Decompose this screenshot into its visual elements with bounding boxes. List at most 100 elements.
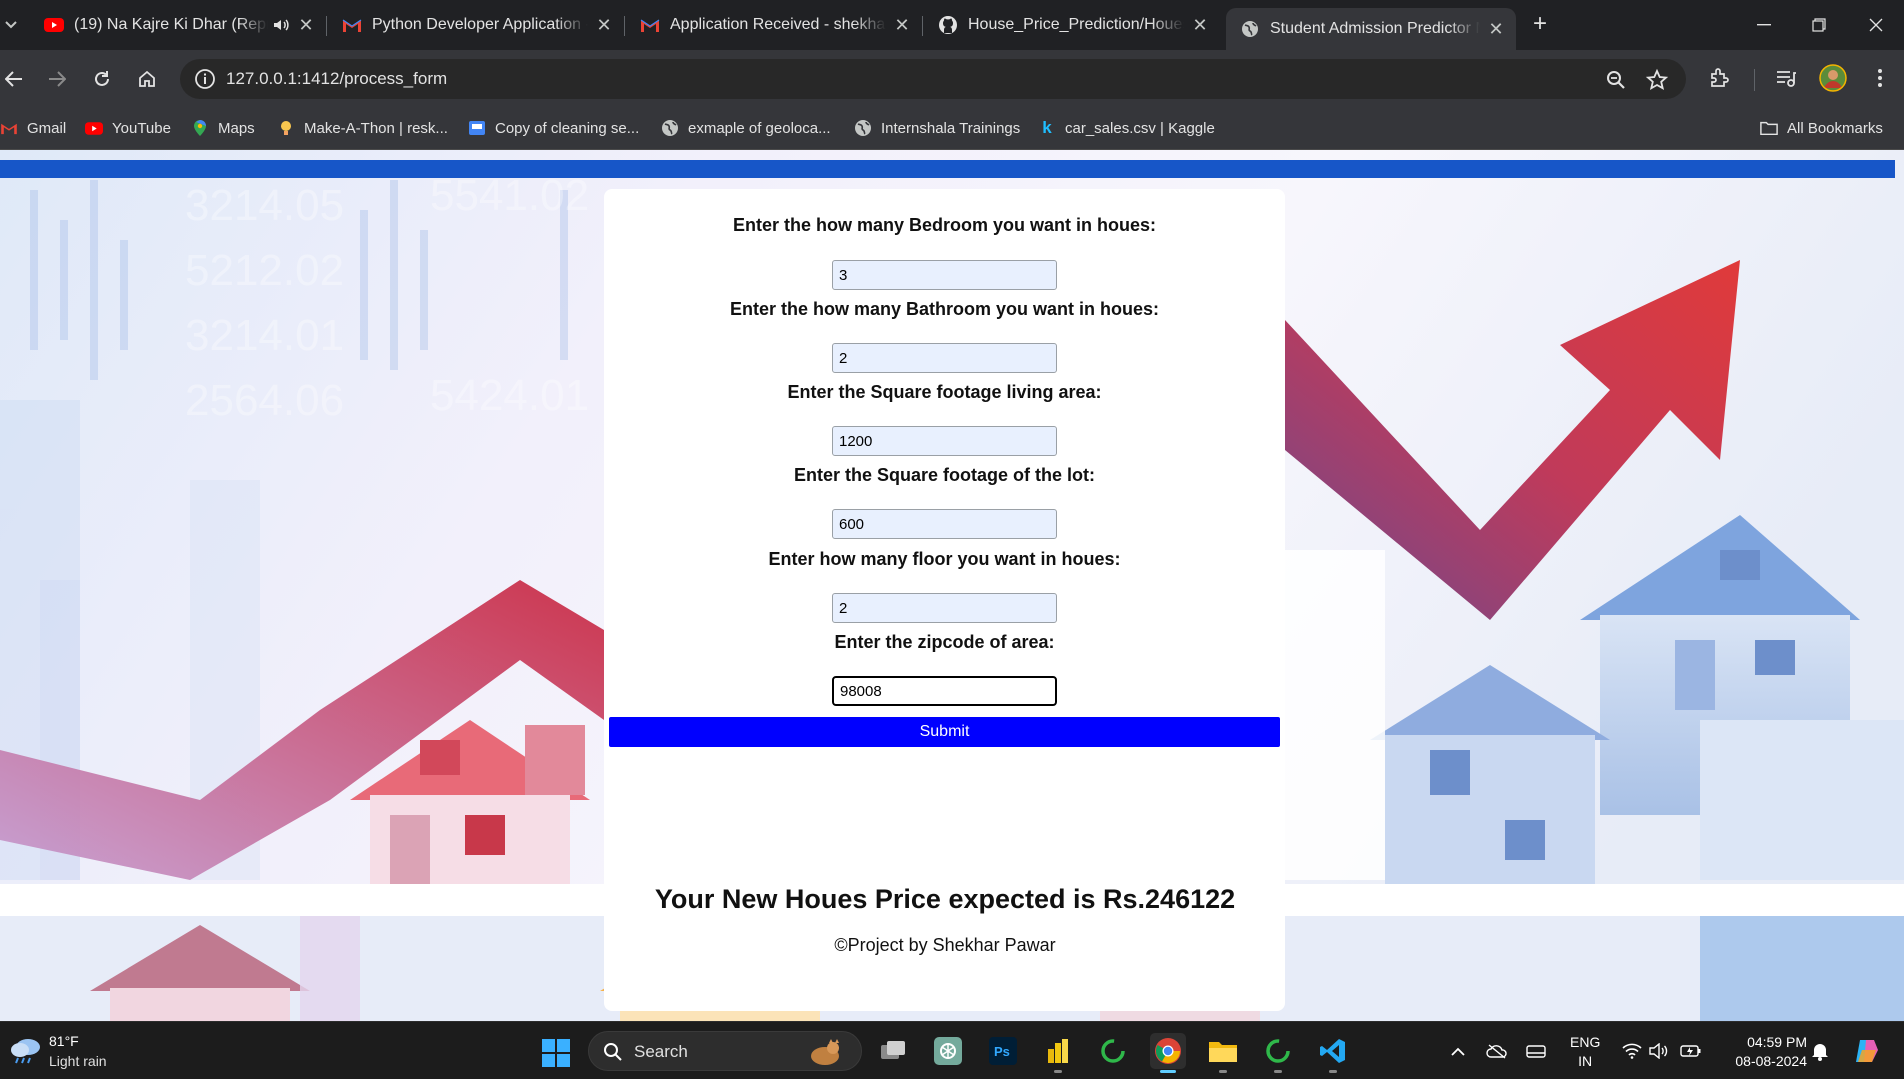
taskbar-search[interactable]: Search xyxy=(588,1031,862,1071)
tab-gmail-application[interactable]: Application Received - shekhar ✕ xyxy=(626,8,922,42)
url-text[interactable]: 127.0.0.1:1412/process_form xyxy=(226,69,447,89)
vscode-icon[interactable] xyxy=(1315,1033,1351,1073)
chatgpt-icon[interactable] xyxy=(930,1033,966,1069)
bookmark-label: exmaple of geoloca... xyxy=(688,119,831,137)
speaker-icon[interactable] xyxy=(272,16,290,34)
wifi-icon[interactable] xyxy=(1621,1040,1643,1062)
copilot-icon[interactable] xyxy=(1852,1036,1882,1066)
tab-youtube-music[interactable]: (19) Na Kajre Ki Dhar (Repri ✕ xyxy=(30,8,326,42)
site-info-icon[interactable] xyxy=(194,68,216,90)
bookmark-internshala[interactable]: Internshala Trainings xyxy=(854,116,1020,140)
forward-arrow-icon[interactable] xyxy=(43,64,71,94)
system-clock[interactable]: 04:59 PM 08-08-2024 xyxy=(1712,1033,1807,1071)
project-credit: ©Project by Shekhar Pawar xyxy=(834,935,1056,955)
back-arrow-icon[interactable] xyxy=(0,64,28,94)
living-area-input[interactable] xyxy=(832,426,1057,456)
submit-button[interactable]: Submit xyxy=(609,717,1280,747)
task-view-icon[interactable] xyxy=(875,1033,911,1069)
bookmark-gmail[interactable]: Gmail xyxy=(0,116,66,140)
globe-icon xyxy=(854,119,872,137)
extensions-icon[interactable] xyxy=(1708,66,1734,92)
gmail-icon xyxy=(342,15,362,35)
bathroom-label: Enter the how many Bathroom you want in … xyxy=(729,299,1160,319)
toolbar-separator xyxy=(1754,69,1755,91)
battery-charging-icon[interactable] xyxy=(1680,1040,1702,1062)
jupyter-loading-icon[interactable] xyxy=(1095,1033,1131,1069)
globe-icon xyxy=(1240,19,1260,39)
tab-active[interactable]: Student Admission Predictor Mi ✕ xyxy=(1226,8,1516,50)
tab-separator xyxy=(922,16,923,36)
close-window-icon[interactable] xyxy=(1856,10,1896,40)
bedroom-label: Enter the how many Bedroom you want in h… xyxy=(732,215,1157,235)
close-tab-icon[interactable]: ✕ xyxy=(1190,15,1210,36)
kaggle-icon: k xyxy=(1042,118,1052,137)
clock-date: 08-08-2024 xyxy=(1735,1053,1807,1069)
new-tab-button[interactable]: + xyxy=(1528,12,1552,38)
close-tab-icon[interactable]: ✕ xyxy=(296,15,316,36)
lot-area-input[interactable] xyxy=(832,509,1057,539)
floors-input[interactable] xyxy=(832,593,1057,623)
zipcode-input[interactable] xyxy=(832,676,1057,706)
search-icon xyxy=(603,1042,623,1062)
loading-app-icon[interactable] xyxy=(1260,1033,1296,1073)
header-strip xyxy=(0,160,1895,178)
predicted-price: Your New Houes Price expected is Rs.2461… xyxy=(654,884,1236,914)
bedroom-input[interactable] xyxy=(832,260,1057,290)
close-tab-icon[interactable]: ✕ xyxy=(892,15,912,36)
svg-text:5424.01: 5424.01 xyxy=(430,371,589,420)
bookmark-youtube[interactable]: YouTube xyxy=(85,116,171,140)
tab-title: Python Developer Application - xyxy=(372,16,588,33)
tab-github[interactable]: House_Price_Prediction/Houes_ ✕ xyxy=(924,8,1220,42)
svg-text:5212.02: 5212.02 xyxy=(185,246,344,295)
chrome-icon[interactable] xyxy=(1150,1033,1186,1073)
media-control-icon[interactable] xyxy=(1774,66,1800,92)
search-highlight-icon xyxy=(805,1038,845,1066)
minimize-icon[interactable] xyxy=(1744,10,1784,40)
floors-label: Enter how many floor you want in houes: xyxy=(768,549,1121,569)
address-bar[interactable]: 127.0.0.1:1412/process_form xyxy=(180,59,1686,99)
weather-rain-icon[interactable] xyxy=(8,1035,44,1065)
volume-icon[interactable] xyxy=(1648,1040,1670,1062)
close-tab-icon[interactable]: ✕ xyxy=(594,15,614,36)
bookmark-geolocation[interactable]: exmaple of geoloca... xyxy=(661,116,831,140)
windows-start-icon[interactable] xyxy=(541,1038,571,1068)
onedrive-off-icon[interactable] xyxy=(1486,1040,1508,1062)
youtube-icon xyxy=(85,119,103,137)
lot-area-label: Enter the Square footage of the lot: xyxy=(793,465,1095,485)
running-indicator xyxy=(1219,1070,1227,1073)
zoom-icon[interactable] xyxy=(1604,68,1628,92)
region-code: IN xyxy=(1578,1053,1593,1069)
reload-icon[interactable] xyxy=(88,64,116,94)
bookmark-make-a-thon[interactable]: Make-A-Thon | resk... xyxy=(277,116,448,140)
chevron-up-icon[interactable] xyxy=(1447,1040,1469,1062)
bookmark-label: YouTube xyxy=(112,119,171,137)
gmail-icon xyxy=(0,119,18,137)
power-bi-icon[interactable] xyxy=(1040,1033,1076,1073)
tab-separator xyxy=(326,16,327,36)
bookmark-maps[interactable]: Maps xyxy=(191,116,255,140)
bathroom-input[interactable] xyxy=(832,343,1057,373)
bookmark-cleaning[interactable]: Copy of cleaning se... xyxy=(468,116,639,140)
svg-text:3214.01: 3214.01 xyxy=(185,311,344,360)
close-tab-icon[interactable]: ✕ xyxy=(1486,19,1506,40)
search-label: Search xyxy=(634,1042,688,1061)
tab-search-chevron-icon[interactable] xyxy=(0,13,22,37)
language-indicator[interactable]: ENG IN xyxy=(1570,1033,1600,1071)
all-bookmarks[interactable]: All Bookmarks xyxy=(1760,116,1883,140)
bookmark-label: Make-A-Thon | resk... xyxy=(304,119,448,137)
weather-description[interactable]: Light rain xyxy=(49,1053,107,1069)
svg-text:Ps: Ps xyxy=(994,1044,1010,1059)
drive-icon[interactable] xyxy=(1525,1040,1547,1062)
photoshop-icon[interactable]: Ps xyxy=(985,1033,1021,1069)
notification-bell-icon[interactable] xyxy=(1809,1040,1831,1062)
bookmark-kaggle[interactable]: k car_sales.csv | Kaggle xyxy=(1038,116,1215,140)
bookmark-label: Copy of cleaning se... xyxy=(495,119,640,137)
file-explorer-icon[interactable] xyxy=(1205,1033,1241,1073)
menu-kebab-icon[interactable] xyxy=(1868,66,1894,92)
bookmark-star-icon[interactable] xyxy=(1645,68,1669,92)
profile-avatar[interactable] xyxy=(1819,64,1847,92)
home-icon[interactable] xyxy=(133,64,161,94)
weather-temperature[interactable]: 81°F xyxy=(49,1033,79,1049)
restore-icon[interactable] xyxy=(1799,10,1839,40)
tab-gmail-python[interactable]: Python Developer Application - ✕ xyxy=(328,8,624,42)
